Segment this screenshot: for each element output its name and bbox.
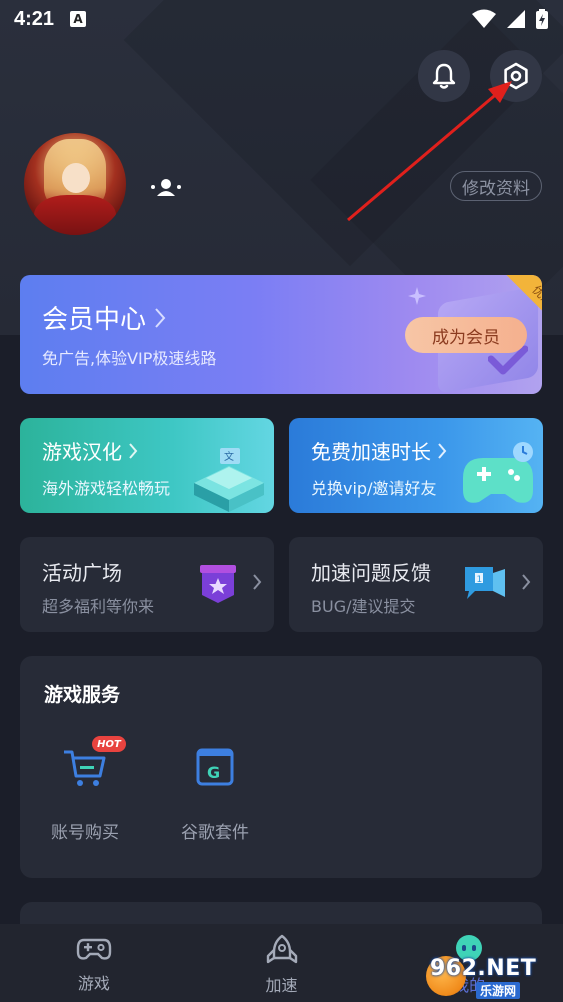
boost-feedback-card[interactable]: 加速问题反馈 BUG/建议提交 1 bbox=[289, 537, 543, 632]
status-time: 4:21 bbox=[14, 7, 55, 30]
google-suite-label: 谷歌套件 bbox=[181, 823, 249, 843]
become-member-button[interactable]: 成为会员 bbox=[405, 317, 527, 353]
chevron-right-icon bbox=[129, 442, 138, 459]
free-boost-title: 免费加速时长 bbox=[311, 436, 447, 465]
game-service-section: 游戏服务 HOT 账号购买 G 谷歌套件 bbox=[20, 656, 542, 878]
notification-a-icon: A bbox=[70, 11, 87, 27]
nav-item-games[interactable]: 游戏 bbox=[0, 924, 188, 1002]
sparkle-icon bbox=[408, 287, 426, 305]
vip-center-card[interactable]: 优惠 会员中心 免广告,体验VIP极速线路 成为会员 bbox=[20, 275, 542, 394]
rocket-icon bbox=[266, 934, 297, 964]
signal-icon bbox=[507, 10, 525, 28]
battery-charging-icon bbox=[536, 9, 548, 29]
nav-label-games: 游戏 bbox=[77, 974, 110, 993]
game-localization-card[interactable]: 游戏汉化 海外游戏轻松畅玩 文 bbox=[20, 418, 274, 513]
chevron-right-icon bbox=[253, 574, 262, 590]
wifi-icon bbox=[472, 9, 496, 28]
feedback-chat-icon: 1 bbox=[465, 567, 505, 599]
google-suite-icon-wrap: G bbox=[190, 742, 240, 792]
watermark-sub-text: 乐游网 bbox=[476, 982, 521, 999]
account-purchase-item[interactable]: HOT 账号购买 bbox=[30, 736, 140, 852]
game-localization-title: 游戏汉化 bbox=[42, 436, 138, 465]
svg-text:文: 文 bbox=[224, 450, 234, 463]
game-localization-label: 游戏汉化 bbox=[42, 440, 122, 464]
status-bar: 4:21 A bbox=[0, 0, 563, 38]
account-purchase-label: 账号购买 bbox=[51, 823, 119, 843]
nav-item-boost[interactable]: 加速 bbox=[188, 924, 376, 1002]
nav-label-boost: 加速 bbox=[265, 976, 298, 995]
game-service-title: 游戏服务 bbox=[44, 684, 121, 706]
boost-feedback-title: 加速问题反馈 bbox=[311, 561, 431, 585]
google-suite-item[interactable]: G 谷歌套件 bbox=[160, 742, 270, 852]
activity-plaza-card[interactable]: 活动广场 超多福利等你来 bbox=[20, 537, 274, 632]
username-placeholder-icon bbox=[151, 179, 181, 196]
chevron-right-icon bbox=[522, 574, 531, 590]
watermark-main-text: 962.NET bbox=[430, 956, 537, 981]
vip-title: 会员中心 bbox=[42, 299, 166, 336]
chevron-right-icon bbox=[438, 442, 447, 459]
hot-badge: HOT bbox=[92, 736, 126, 752]
annotation-arrow-icon bbox=[347, 81, 512, 222]
boost-feedback-subtitle: BUG/建议提交 bbox=[311, 597, 416, 616]
localization-box-icon: 文 bbox=[194, 448, 264, 512]
gamepad-icon bbox=[76, 938, 112, 960]
game-localization-subtitle: 海外游戏轻松畅玩 bbox=[42, 479, 171, 498]
watermark-logo: 962.NET 乐游网 bbox=[420, 950, 563, 1002]
star-badge-icon bbox=[200, 565, 236, 603]
gamepad-clock-icon bbox=[463, 442, 533, 503]
free-boost-label: 免费加速时长 bbox=[311, 440, 431, 464]
avatar[interactable] bbox=[24, 133, 126, 235]
activity-plaza-title: 活动广场 bbox=[42, 561, 122, 585]
vip-subtitle: 免广告,体验VIP极速线路 bbox=[42, 349, 217, 368]
svg-text:1: 1 bbox=[477, 575, 483, 585]
google-suite-icon: G bbox=[196, 748, 234, 786]
chevron-right-icon bbox=[155, 307, 166, 328]
vip-title-label: 会员中心 bbox=[42, 305, 147, 335]
activity-plaza-subtitle: 超多福利等你来 bbox=[42, 597, 155, 616]
free-boost-subtitle: 兑换vip/邀请好友 bbox=[311, 479, 437, 498]
svg-text:G: G bbox=[207, 763, 220, 782]
account-purchase-icon-wrap: HOT bbox=[60, 736, 126, 792]
free-boost-time-card[interactable]: 免费加速时长 兑换vip/邀请好友 bbox=[289, 418, 543, 513]
